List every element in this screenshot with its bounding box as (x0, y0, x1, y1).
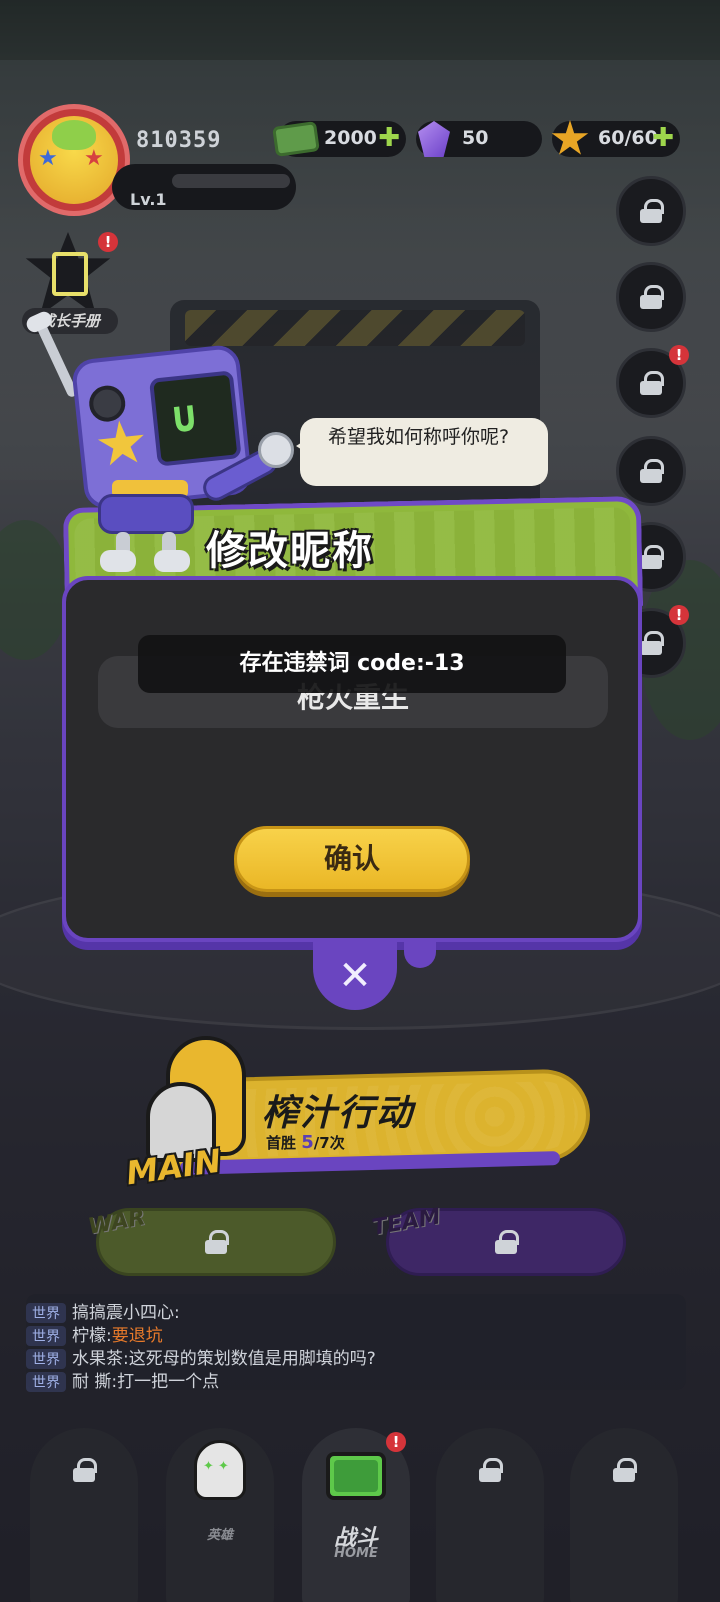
cash-value: 2000 (324, 127, 377, 149)
chat-channel-tag: 世界 (26, 1326, 66, 1346)
lock-icon (640, 459, 664, 483)
lock-icon (640, 199, 664, 223)
chat-message: 世界 水果茶:这死母的策划数值是用脚填的吗? (26, 1344, 376, 1369)
cash-resource[interactable]: 2000 ✚ (272, 121, 406, 157)
backpack-icon (460, 1440, 520, 1500)
error-toast: 存在违禁词 code:-13 (138, 635, 566, 693)
cash-icon (272, 117, 320, 161)
lock-icon (640, 545, 664, 569)
nav-battle[interactable]: 战斗 HOME ! (302, 1428, 410, 1602)
nav-heroes[interactable]: 英雄 (166, 1428, 274, 1602)
chat-text: 搞搞震小四心: (72, 1303, 180, 1323)
chat-text: 要退坑 (111, 1326, 163, 1346)
lock-icon (495, 1230, 519, 1254)
lab-icon (594, 1440, 654, 1500)
first-win-total: /7次 (313, 1134, 345, 1152)
first-win-label: 首胜 (266, 1134, 297, 1152)
chat-text: 水果茶:这死母的策划数值是用脚填的吗? (72, 1349, 376, 1369)
speech-bubble: 希望我如何称呼你呢? (296, 418, 548, 486)
side-menu-tablet-button[interactable] (616, 262, 686, 332)
main-mode-emblem: MAIN (124, 1036, 256, 1192)
notification-badge: ! (669, 345, 689, 365)
chat-message: 世界耐 撕:打一把一个点 (26, 1367, 219, 1392)
chat-speaker: 柠檬: (72, 1326, 112, 1346)
robot-mascot: ∪ (30, 312, 300, 582)
lock-icon (73, 1458, 97, 1482)
gem-value: 50 (462, 127, 489, 149)
side-menu-atom-button[interactable] (616, 176, 686, 246)
chat-message: 世界 柠檬:要退坑 (26, 1321, 163, 1346)
nav-home-label: HOME (334, 1546, 378, 1561)
bottom-navigation: 英雄 战斗 HOME ! (0, 1410, 720, 1602)
shop-cart-icon (54, 1440, 114, 1500)
nav-backpack[interactable] (436, 1428, 544, 1602)
energy-sun-icon (548, 117, 592, 161)
nav-heroes-label: 英雄 (206, 1528, 233, 1543)
nav-shop[interactable] (30, 1428, 138, 1602)
side-menu-backpack-button[interactable] (616, 436, 686, 506)
add-energy-icon[interactable]: ✚ (652, 124, 674, 152)
first-win-current: 5 (301, 1132, 314, 1153)
chat-channel-tag: 世界 (26, 1303, 66, 1323)
energy-resource[interactable]: 60/60 ✚ (551, 120, 680, 157)
side-menu-book-button[interactable]: ! (616, 345, 689, 418)
first-win-progress: 首胜 5/7次 (266, 1132, 345, 1153)
player-level: Lv.1 (130, 190, 167, 209)
tv-icon (326, 1446, 386, 1506)
notification-badge: ! (386, 1432, 406, 1452)
hero-icon (190, 1440, 250, 1500)
document-icon (52, 252, 88, 296)
confirm-button[interactable]: 确认 (234, 826, 470, 892)
lock-icon (640, 631, 664, 655)
lock-icon (613, 1458, 637, 1482)
lock-icon (640, 285, 664, 309)
close-icon: ✕ (338, 953, 372, 999)
notification-badge: ! (98, 232, 118, 252)
chat-text: 耐 撕:打一把一个点 (72, 1372, 220, 1392)
energy-value: 60/60 (598, 127, 658, 149)
main-mode-title: 榨汁行动 (262, 1093, 415, 1134)
chat-channel-tag: 世界 (26, 1372, 66, 1392)
notification-badge: ! (669, 605, 689, 625)
nav-lab[interactable] (570, 1428, 678, 1602)
player-id: 810359 (136, 128, 222, 153)
avatar-image: ★ ★ (30, 116, 118, 204)
player-avatar[interactable]: ★ ★ (18, 104, 130, 216)
add-cash-icon[interactable]: ✚ (378, 124, 400, 152)
lock-icon (205, 1230, 229, 1254)
lock-icon (479, 1458, 503, 1482)
chat-channel-tag: 世界 (26, 1349, 66, 1369)
gem-resource[interactable]: 50 (416, 121, 542, 157)
gem-icon (412, 117, 456, 161)
chat-message: 世界 搞搞震小四心: (26, 1298, 180, 1323)
lock-icon (640, 371, 664, 395)
